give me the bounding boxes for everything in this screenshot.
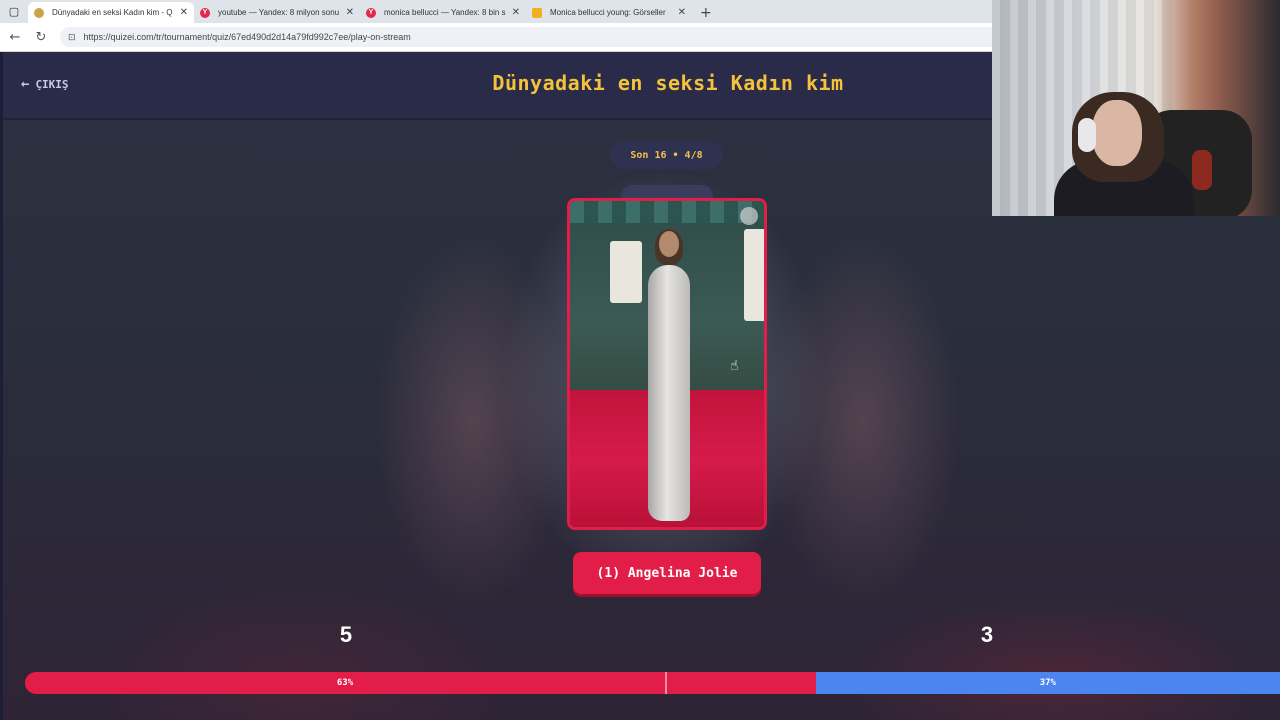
yandex-favicon-icon: Y <box>200 7 210 18</box>
url-input[interactable]: ⊡ https://quizei.com/tr/tournament/quiz/… <box>60 27 1035 47</box>
new-tab-plus-icon[interactable]: + <box>692 2 720 23</box>
quizei-favicon-icon <box>34 7 44 18</box>
card-corner-icon[interactable] <box>740 207 758 225</box>
vote-bar-center-marker <box>665 672 667 694</box>
vote-bar-right-segment: 37% <box>815 672 1280 694</box>
browser-tab-3[interactable]: Monica bellucci young: Görseller ✕ <box>526 2 692 23</box>
vote-progress-bar: 63% 37% <box>25 672 1280 694</box>
yandex-favicon-icon: Y <box>366 7 376 18</box>
left-vote-count: 5 <box>339 622 353 647</box>
url-text: https://quizei.com/tr/tournament/quiz/67… <box>83 32 411 42</box>
candidate-name-button[interactable]: (1) Angelina Jolie <box>573 552 761 594</box>
close-tab-icon[interactable]: ✕ <box>512 7 520 18</box>
reload-icon[interactable]: ↻ <box>30 30 52 45</box>
pointer-hand-icon: ☝ <box>730 358 739 374</box>
browser-tab-1[interactable]: Y youtube — Yandex: 8 milyon sonu ✕ <box>194 2 360 23</box>
tab-title: monica bellucci — Yandex: 8 bin s <box>384 8 506 17</box>
headphones-icon <box>1078 118 1096 152</box>
tab-actions-icon[interactable]: ▢ <box>0 0 28 23</box>
browser-tab-0[interactable]: Dünyadaki en seksi Kadın kim - Q ✕ <box>28 2 194 23</box>
left-percent-label: 63% <box>336 678 354 688</box>
right-percent-label: 37% <box>1039 678 1056 688</box>
back-arrow-icon[interactable]: ← <box>4 30 26 45</box>
tab-title: Monica bellucci young: Görseller <box>550 8 666 17</box>
images-favicon-icon <box>532 7 542 18</box>
browser-tab-2[interactable]: Y monica bellucci — Yandex: 8 bin s ✕ <box>360 2 526 23</box>
right-vote-count: 3 <box>980 622 994 647</box>
vote-bar-left-segment: 63% <box>25 672 816 694</box>
tab-title: youtube — Yandex: 8 milyon sonu <box>218 8 340 17</box>
close-tab-icon[interactable]: ✕ <box>346 7 354 18</box>
streamer-webcam <box>992 0 1280 216</box>
close-tab-icon[interactable]: ✕ <box>678 7 686 18</box>
close-tab-icon[interactable]: ✕ <box>180 7 188 18</box>
round-indicator: Son 16 • 4/8 <box>610 141 723 169</box>
site-info-icon[interactable]: ⊡ <box>68 32 76 43</box>
tab-title: Dünyadaki en seksi Kadın kim - Q <box>52 8 173 17</box>
